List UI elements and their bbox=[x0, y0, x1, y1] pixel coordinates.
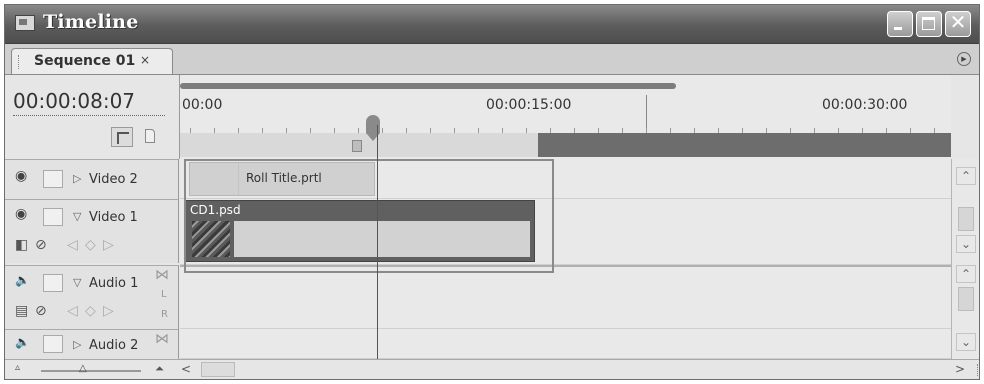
add-keyframe-icon[interactable]: ◇ bbox=[85, 304, 99, 318]
track-name: Video 2 bbox=[89, 172, 138, 187]
keyframes-off-icon[interactable]: ⊘ bbox=[35, 238, 49, 252]
minimize-button[interactable] bbox=[887, 11, 913, 37]
title-bar[interactable]: Timeline ✕ bbox=[5, 5, 979, 44]
tab-strip: Sequence 01 × ▶ bbox=[5, 44, 979, 75]
set-marker-button[interactable] bbox=[143, 127, 157, 147]
sync-lock-icon[interactable]: ⋈ bbox=[155, 332, 169, 346]
lock-toggle[interactable] bbox=[43, 208, 63, 226]
ruler-label: 00:00 bbox=[182, 97, 223, 113]
scroll-up-icon[interactable]: ⌃ bbox=[956, 265, 976, 283]
zoom-slider[interactable] bbox=[41, 370, 141, 372]
work-area-bar[interactable] bbox=[180, 83, 676, 89]
sync-lock-icon[interactable]: ⋈ bbox=[155, 268, 169, 282]
prev-keyframe-icon[interactable]: ◁ bbox=[67, 304, 81, 318]
zoom-out-icon[interactable]: ▵ bbox=[15, 362, 20, 373]
lock-toggle[interactable] bbox=[43, 274, 63, 292]
track-scrollbar[interactable]: ⌃ ⌄ ⌃ ⌄ bbox=[951, 159, 979, 359]
window-title: Timeline bbox=[43, 11, 139, 33]
app-icon bbox=[15, 15, 35, 31]
audio-display-icon[interactable]: ▤ bbox=[15, 304, 29, 318]
resize-grip-icon[interactable] bbox=[967, 364, 978, 376]
snap-button[interactable] bbox=[111, 127, 133, 147]
current-timecode[interactable]: 00:00:08:07 bbox=[13, 89, 135, 113]
chevron-down-icon[interactable]: ▽ bbox=[73, 276, 81, 289]
chevron-down-icon[interactable]: ▽ bbox=[73, 210, 81, 223]
speaker-icon[interactable] bbox=[15, 273, 33, 290]
lock-toggle[interactable] bbox=[43, 335, 63, 353]
scroll-down-icon[interactable]: ⌄ bbox=[956, 235, 976, 253]
timeline-window: Timeline ✕ Sequence 01 × ▶ 00:00:08:07 0… bbox=[4, 4, 980, 380]
scroll-right-icon[interactable]: > bbox=[955, 362, 965, 376]
add-keyframe-icon[interactable]: ◇ bbox=[85, 238, 99, 252]
scroll-thumb[interactable] bbox=[958, 207, 974, 231]
track-header-video-1[interactable]: ▽ Video 1 ◧ ⊘ ◁ ◇ ▷ bbox=[5, 199, 179, 263]
panel-menu-icon[interactable]: ▶ bbox=[957, 52, 971, 66]
prev-keyframe-icon[interactable]: ◁ bbox=[67, 238, 81, 252]
track-area-audio-1[interactable] bbox=[180, 265, 951, 329]
horizontal-scroll-thumb[interactable] bbox=[201, 362, 235, 377]
playhead-line[interactable] bbox=[377, 125, 378, 361]
eye-icon[interactable] bbox=[15, 206, 33, 224]
scroll-left-icon[interactable]: < bbox=[181, 362, 191, 376]
track-header-video-2[interactable]: ▷ Video 2 bbox=[5, 159, 179, 199]
next-keyframe-icon[interactable]: ▷ bbox=[103, 304, 117, 318]
timecode-underline bbox=[13, 115, 165, 116]
track-header-audio-1[interactable]: ▽ Audio 1 ⋈ L R ▤ ⊘ ◁ ◇ ▷ bbox=[5, 265, 179, 329]
ruler-label: 00:00:30:00 bbox=[822, 97, 908, 113]
ruler-label: 00:00:15:00 bbox=[486, 97, 572, 113]
maximize-button[interactable] bbox=[916, 11, 942, 37]
display-style-icon[interactable]: ◧ bbox=[15, 238, 29, 252]
selection-outline bbox=[184, 159, 554, 273]
tab-label: Sequence 01 bbox=[34, 53, 136, 69]
channel-label-l: L bbox=[161, 289, 167, 300]
tab-sequence-01[interactable]: Sequence 01 × bbox=[11, 48, 173, 74]
close-button[interactable]: ✕ bbox=[945, 10, 971, 37]
scroll-up-icon[interactable]: ⌃ bbox=[956, 167, 976, 185]
track-header-audio-2[interactable]: ▷ Audio 2 ⋈ bbox=[5, 329, 179, 359]
scroll-down-icon[interactable]: ⌄ bbox=[956, 333, 976, 351]
chevron-right-icon[interactable]: ▷ bbox=[73, 338, 81, 351]
track-name: Video 1 bbox=[89, 210, 138, 225]
close-icon: ✕ bbox=[949, 10, 967, 34]
next-keyframe-icon[interactable]: ▷ bbox=[103, 238, 117, 252]
tab-close-icon[interactable]: × bbox=[140, 53, 150, 67]
channel-label-r: R bbox=[161, 309, 168, 320]
eye-icon[interactable] bbox=[15, 168, 33, 186]
track-name: Audio 1 bbox=[89, 276, 139, 291]
time-ruler[interactable]: 00:00 00:00:15:00 00:00:30:00 bbox=[180, 75, 951, 159]
range-handle[interactable] bbox=[352, 140, 362, 152]
zoom-in-icon[interactable]: ⏶ bbox=[155, 362, 164, 376]
lock-toggle[interactable] bbox=[43, 170, 63, 188]
keyframes-off-icon[interactable]: ⊘ bbox=[35, 304, 49, 318]
chevron-right-icon[interactable]: ▷ bbox=[73, 172, 81, 185]
scroll-thumb[interactable] bbox=[958, 287, 974, 311]
ruler-corner bbox=[951, 75, 979, 159]
speaker-icon[interactable] bbox=[15, 335, 33, 352]
tab-grip[interactable] bbox=[18, 55, 22, 69]
zoom-slider-thumb[interactable]: △ bbox=[79, 363, 87, 374]
track-area-audio-2[interactable] bbox=[180, 329, 951, 359]
bottom-bar: ▵ △ ⏶ < > bbox=[5, 359, 979, 379]
track-name: Audio 2 bbox=[89, 338, 139, 353]
